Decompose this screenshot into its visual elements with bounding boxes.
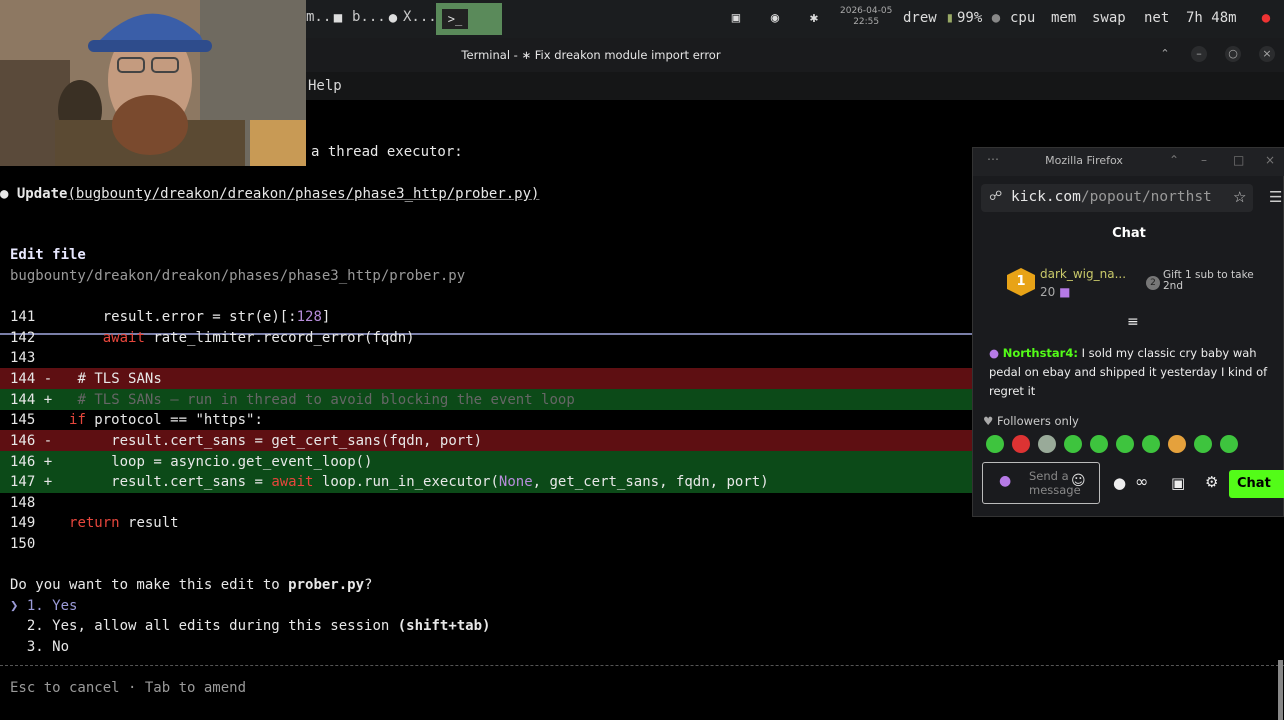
maximize-button[interactable]: ○ [1225,46,1241,62]
cpu-meter: cpu [1010,10,1036,26]
clock-date: 2026-04-05 [840,6,893,16]
second-place-icon: 2 [1146,276,1160,290]
diff-line: 149 return result [10,515,179,531]
close-button[interactable]: × [1259,46,1275,62]
url-text: kick.com/popout/northst [1011,189,1212,205]
heart-icon: ♥ [983,414,994,428]
gift-icon: ■ [1059,285,1071,299]
diff-line: 142 await rate_limiter.record_error(fqdn… [10,330,415,346]
chevron-up-icon[interactable]: ⌃ [1169,153,1179,167]
mem-meter: mem [1051,10,1077,26]
terminal-scrollbar[interactable] [1278,660,1283,720]
gift-hint: Gift 1 sub to take 2nd [1163,269,1254,292]
bookmark-star-icon[interactable]: ☆ [1233,188,1246,206]
folder-icon[interactable]: ■ [330,10,346,26]
task-item-3[interactable]: X... [403,9,437,25]
firefox-titlebar[interactable]: ⋯ Mozilla Firefox ⌃ – □ × [973,148,1284,176]
emote-icon[interactable] [1142,435,1160,453]
terminal-icon: >_ [442,9,468,29]
url-bar[interactable]: ☍ kick.com/popout/northst ☆ [981,184,1253,212]
minimize-button[interactable]: – [1201,153,1207,167]
diff-line: 143 [10,350,36,366]
minimize-button[interactable]: – [1191,46,1207,62]
chevron-up-icon[interactable]: ⌃ [1157,46,1173,62]
webcam-image [0,0,306,166]
firefox-chat-window[interactable]: ⋯ Mozilla Firefox ⌃ – □ × ☍ kick.com/pop… [972,147,1284,517]
diff-line-removed: 144 - # TLS SANs [10,371,162,387]
edit-path: bugbounty/dreakon/dreakon/phases/phase3_… [10,268,466,284]
gear-icon[interactable]: ⚙ [1205,473,1218,491]
prompt-question: Do you want to make this edit to prober.… [10,577,373,593]
emote-icon[interactable] [1064,435,1082,453]
diff-line-added: 146 + loop = asyncio.get_event_loop() [10,454,373,470]
battery-level: 99% [957,10,983,26]
swap-meter: swap [1092,10,1126,26]
emote-icon[interactable] [986,435,1004,453]
display-icon[interactable]: ▣ [728,10,744,26]
emote-icon[interactable] [1168,435,1186,453]
context-line: a thread executor: [311,144,463,160]
update-line: ● Update(bugbounty/dreakon/dreakon/phase… [0,184,539,204]
diff-line-added: 147 + result.cert_sans = await loop.run_… [10,474,769,490]
option-yes[interactable]: ❯ 1. Yes [10,596,77,616]
status-dot-icon: ● [991,10,1001,26]
bluetooth-icon[interactable]: ✱ [806,10,822,26]
task-item-2[interactable]: b... [352,9,386,25]
prompt-footer: Esc to cancel · Tab to amend [10,680,247,696]
gifter-rank-badge: 1 [1007,268,1035,296]
gifter-count: 20 ■ [1040,285,1071,299]
shield-icon[interactable]: ☍ [989,189,1002,204]
rewards-icon[interactable]: ● [1113,474,1126,492]
infinity-icon[interactable]: ∞ [1135,472,1148,491]
chat-send-button[interactable]: Chat [1229,470,1284,498]
edit-header: Edit file [10,247,86,263]
chat-message-user[interactable]: Northstar4: [1003,346,1078,360]
maximize-button[interactable]: □ [1233,153,1244,167]
menu-help[interactable]: Help [308,78,342,94]
mic-badge-icon: ● [999,473,1012,489]
update-label: Update [16,186,68,202]
prompt-separator [0,665,1284,666]
clock[interactable]: 2026-04-05 22:55 [840,6,892,28]
network-icon[interactable]: ◉ [767,10,783,26]
diff-line: 150 [10,536,36,552]
clock-time: 22:55 [853,17,880,27]
microphone-icon[interactable]: ● [1258,10,1274,26]
diff-line: 148 [10,495,36,511]
update-path: (bugbounty/dreakon/dreakon/phases/phase3… [67,186,540,202]
emote-icon[interactable] [1038,435,1056,453]
chat-message: ● Northstar4: I sold my classic cry baby… [989,344,1277,401]
uptime: 7h 48m [1186,10,1237,26]
update-bullet: ● [0,186,9,202]
chat-input[interactable]: ● Send a message ☺ [982,462,1100,504]
store-icon[interactable]: ▣ [1171,474,1185,492]
option-no[interactable]: 3. No [10,637,69,657]
user-name: drew [903,10,937,26]
app-icon[interactable]: ● [385,10,401,26]
gifter-name[interactable]: dark_wig_na... [1040,267,1126,281]
emote-icon[interactable] [1220,435,1238,453]
net-meter: net [1144,10,1170,26]
chat-title: Chat [1112,226,1146,241]
mic-badge-icon: ● [989,346,1000,360]
close-button[interactable]: × [1265,153,1275,167]
menu-icon[interactable]: ☰ [1269,188,1282,206]
diff-line-added: 144 + # TLS SANs — run in thread to avoi… [10,392,575,408]
webcam-overlay [0,0,306,166]
emote-icon[interactable] [1090,435,1108,453]
terminal-task-button[interactable]: >_ [436,3,502,35]
diff-line: 145 if protocol == "https": [10,412,263,428]
emote-icon[interactable] [1116,435,1134,453]
emote-icon[interactable] [1012,435,1030,453]
diff-line-removed: 146 - result.cert_sans = get_cert_sans(f… [10,433,483,449]
followers-only-label: ♥ Followers only [983,414,1079,428]
pinned-expand-icon[interactable]: ≡ [1127,314,1139,330]
task-item-1[interactable]: m.. [306,9,331,25]
option-yes-all[interactable]: 2. Yes, allow all edits during this sess… [10,616,491,636]
emoji-icon[interactable]: ☺ [1071,473,1086,489]
battery-icon: ▮ [945,10,955,26]
firefox-title: Mozilla Firefox [1045,154,1123,167]
diff-line: 141 result.error = str(e)[:128] [10,309,331,325]
emote-icon[interactable] [1194,435,1212,453]
